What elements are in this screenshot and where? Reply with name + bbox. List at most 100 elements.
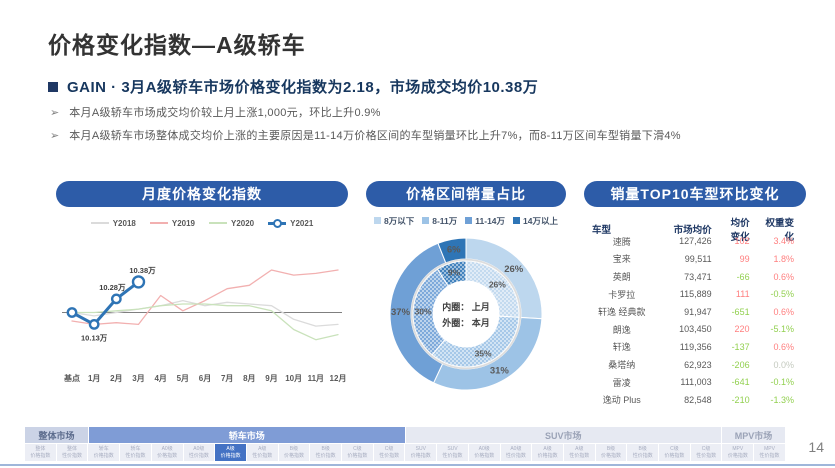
subtab-8[interactable]: B级 价格指数 xyxy=(278,444,310,461)
line-chart: 10.13万 10.28万10.38万基点 1月 2月 3月 4月 5月 6月 7月 8月 9月 10… xyxy=(62,266,347,383)
subtab-9[interactable]: B级 性价指数 xyxy=(310,444,342,461)
svg-text:9月: 9月 xyxy=(265,374,277,383)
cell-avg-price: 127,426 xyxy=(679,236,712,247)
svg-text:12月: 12月 xyxy=(330,374,347,383)
legend-item-Y2019: Y2019 xyxy=(149,217,195,229)
market-tab-sedan[interactable]: 轿车市场 xyxy=(89,427,405,443)
subtab-row: 整体 价格指数 整体 性价指数 轿车 价格指数 轿车 性价指数 A0级 价格指数 A0级 性价指数 A级… xyxy=(25,444,785,461)
cell-model: 速腾 xyxy=(612,236,631,247)
cell-model: 轩逸 经典款 xyxy=(597,307,646,318)
svg-text:35%: 35% xyxy=(475,348,492,358)
subtab-16[interactable]: A级 价格指数 xyxy=(532,444,563,461)
legend-swatch-icon xyxy=(465,217,473,224)
cell-price-change: -210 xyxy=(731,394,750,405)
subtab-21[interactable]: C级 性价指数 xyxy=(690,444,722,461)
panels: 月度价格变化指数 Y2018 Y2019 Y2020 Y2021 10.13万 10.2… xyxy=(56,181,806,409)
market-tab-overall[interactable]: 整体市场 xyxy=(25,427,89,443)
market-tab-row: 整体市场 轿车市场 SUV市场 MPV市场 xyxy=(25,427,785,443)
subtab-6[interactable]: A级 价格指数 xyxy=(215,444,246,461)
panel-title-top10: 销量TOP10车型环比变化 xyxy=(584,181,806,207)
legend-line-icon xyxy=(268,218,287,228)
subtab-19[interactable]: B级 性价指数 xyxy=(627,444,659,461)
svg-text:3月: 3月 xyxy=(132,374,144,383)
subtab-10[interactable]: C级 价格指数 xyxy=(342,444,373,461)
subtab-0[interactable]: 整体 价格指数 xyxy=(25,444,56,461)
market-tab-mpv[interactable]: MPV市场 xyxy=(721,427,785,443)
legend-item-price-band-3: 14万以上 xyxy=(513,215,558,226)
subtab-3[interactable]: 轿车 性价指数 xyxy=(120,444,151,461)
subtab-20[interactable]: C级 价格指数 xyxy=(659,444,690,461)
legend-line-icon xyxy=(90,219,109,228)
subtab-5[interactable]: A0级 性价指数 xyxy=(183,444,215,461)
svg-text:10月: 10月 xyxy=(285,374,302,383)
legend-swatch-icon xyxy=(513,217,521,224)
table-row: 英朗 73,471 -66 0.6% xyxy=(584,268,806,286)
svg-text:11月: 11月 xyxy=(308,374,324,383)
svg-text:37%: 37% xyxy=(391,307,411,318)
table-row: 桑塔纳 62,923 -206 0.0% xyxy=(584,356,806,374)
key-summary: GAIN · 3月A级轿车市场价格变化指数为2.18，市场成交均价10.38万 xyxy=(48,76,538,97)
panel-monthly-price-index: 月度价格变化指数 Y2018 Y2019 Y2020 Y2021 10.13万 10.2… xyxy=(56,181,348,409)
cell-avg-price: 73,471 xyxy=(684,271,712,282)
bottom-nav: 整体市场 轿车市场 SUV市场 MPV市场 整体 价格指数 整体 性价指数 轿车 价格指数 轿车性… xyxy=(25,427,785,461)
cell-model: 桑塔纳 xyxy=(608,360,636,371)
legend-swatch-icon xyxy=(422,217,430,224)
legend-item-price-band-1: 8-11万 xyxy=(422,215,457,226)
cell-price-change: -641 xyxy=(731,377,750,388)
svg-text:1月: 1月 xyxy=(88,374,100,383)
panel-price-band-share: 价格区间销量占比 8万以下 8-11万 11-14万 14万以上 26% 31% 37% 6… xyxy=(366,181,566,409)
cell-weight-change: -0.5% xyxy=(770,289,794,300)
cell-price-change: -66 xyxy=(736,271,750,282)
table-row: 朗逸 103,450 220 -5.1% xyxy=(584,321,806,339)
legend-item-price-band-0: 8万以下 xyxy=(373,215,414,226)
subtab-14[interactable]: A0级 价格指数 xyxy=(468,444,500,461)
arrow-icon: ➢ xyxy=(50,107,60,119)
page-number: 14 xyxy=(808,439,824,455)
cell-model: 卡罗拉 xyxy=(608,289,636,300)
cell-avg-price: 99,511 xyxy=(684,253,712,264)
arrow-icon: ➢ xyxy=(50,130,60,142)
line-chart-legend: Y2018 Y2019 Y2020 Y2021 xyxy=(56,217,348,229)
svg-text:31%: 31% xyxy=(490,365,510,376)
cell-weight-change: -0.1% xyxy=(770,377,794,388)
subtab-22[interactable]: MPV 价格指数 xyxy=(722,444,754,461)
bullet-square-icon xyxy=(48,81,58,92)
cell-avg-price: 91,947 xyxy=(684,306,712,317)
subtab-1[interactable]: 整体 性价指数 xyxy=(56,444,88,461)
subtab-4[interactable]: A0级 价格指数 xyxy=(151,444,183,461)
cell-avg-price: 82,548 xyxy=(684,394,712,405)
subtab-13[interactable]: SUV 性价指数 xyxy=(437,444,468,461)
panel-title-price-band-share: 价格区间销量占比 xyxy=(366,181,566,207)
subtab-18[interactable]: B级 价格指数 xyxy=(595,444,627,461)
subtab-17[interactable]: A级 性价指数 xyxy=(563,444,595,461)
cell-price-change: 99 xyxy=(739,253,750,264)
legend-line-icon xyxy=(209,219,227,228)
svg-text:26%: 26% xyxy=(504,264,524,275)
cell-price-change: -206 xyxy=(731,359,750,370)
svg-text:8月: 8月 xyxy=(243,374,255,383)
table-row: 速腾 127,426 102 3.4% xyxy=(584,233,806,251)
market-tab-suv[interactable]: SUV市场 xyxy=(405,427,721,443)
bottom-divider xyxy=(0,464,835,466)
bullet-line-2: ➢ 本月A级轿车市场整体成交均价上涨的主要原因是11-14万价格区间的车型销量环… xyxy=(50,130,681,142)
table-row: 轩逸 经典款 91,947 -651 0.6% xyxy=(584,303,806,321)
cell-model: 雷凌 xyxy=(612,377,631,388)
subtab-11[interactable]: C级 性价指数 xyxy=(373,444,405,461)
legend-item-Y2021: Y2021 xyxy=(268,217,313,229)
subtab-2[interactable]: 轿车 价格指数 xyxy=(88,444,120,461)
donut-chart: 26% 31% 37% 6% 26% 35% 30% 9% 内圈： 上月外圈： 本月 xyxy=(389,237,543,391)
subtab-12[interactable]: SUV 价格指数 xyxy=(405,444,437,461)
subtab-23[interactable]: MPV 性价指数 xyxy=(754,444,785,461)
svg-text:10.38万: 10.38万 xyxy=(129,266,156,275)
cell-weight-change: 0.6% xyxy=(773,306,794,317)
subtab-7[interactable]: A级 性价指数 xyxy=(246,444,278,461)
svg-text:7月: 7月 xyxy=(221,374,233,383)
top10-table: 车型 市场均价 均价变化 权重变化 速腾 127,426 102 3.4% 宝来 99,511 99… xyxy=(584,215,806,409)
cell-price-change: -651 xyxy=(731,306,750,317)
subtab-15[interactable]: A0级 性价指数 xyxy=(500,444,532,461)
cell-weight-change: 1.8% xyxy=(773,253,794,264)
cell-weight-change: 0.0% xyxy=(773,359,794,370)
svg-text:内圈： 上月: 内圈： 上月 xyxy=(442,301,490,312)
svg-text:6月: 6月 xyxy=(199,374,211,383)
cell-model: 朗逸 xyxy=(612,324,631,335)
